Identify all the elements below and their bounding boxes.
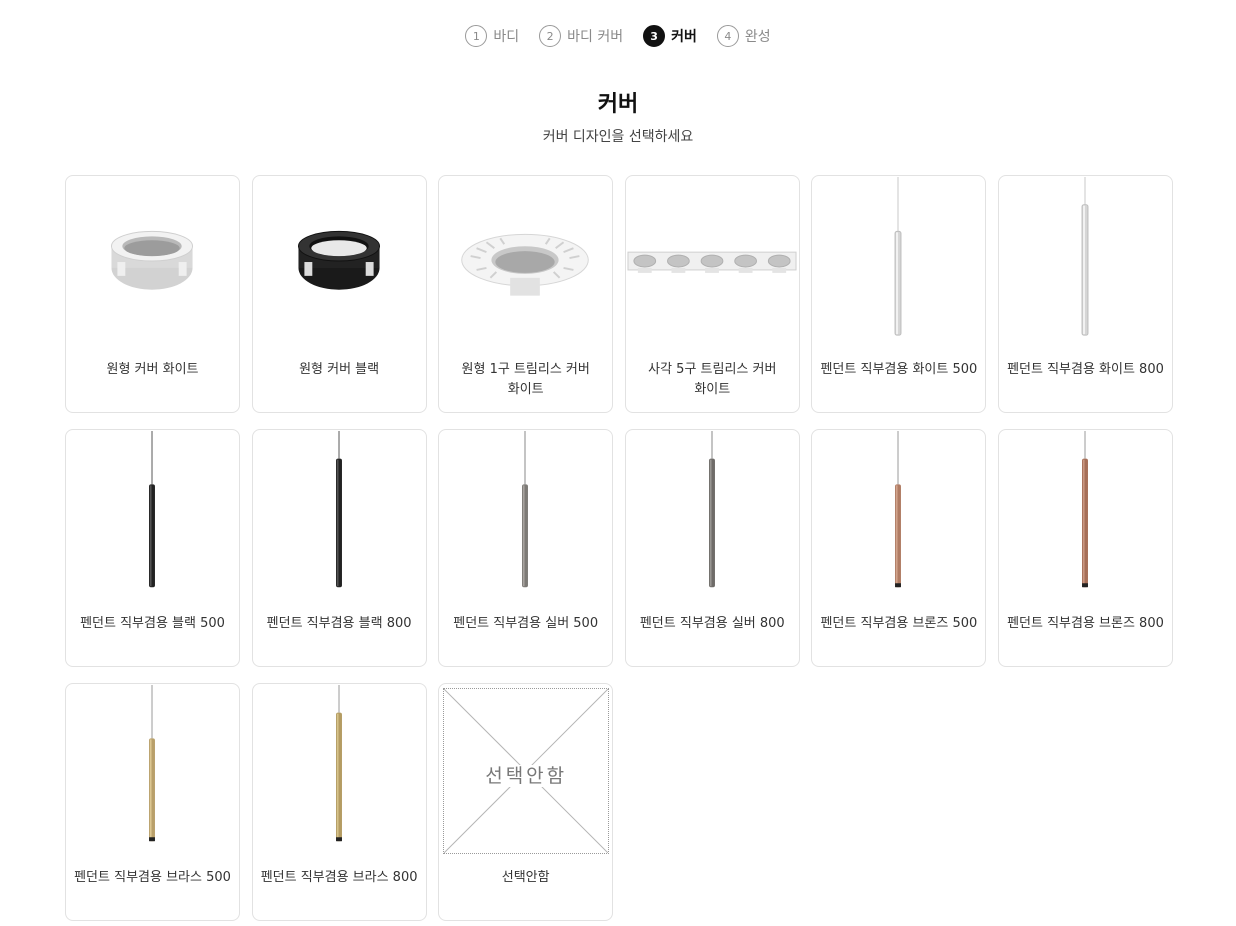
pendant-silver-500-image (439, 430, 612, 606)
option-label: 원형 커버 블랙 (299, 362, 380, 377)
step-number: 4 (716, 25, 739, 47)
option-card-pendant-brass-800[interactable]: 펜던트 직부겸용 브라스 800 (251, 683, 427, 921)
option-card-pendant-black-800[interactable]: 펜던트 직부겸용 블랙 800 (251, 429, 427, 667)
option-label: 펜던트 직부겸용 블랙 800 (266, 616, 412, 631)
option-card-pendant-white-500[interactable]: 펜던트 직부겸용 화이트 500 (811, 175, 987, 413)
option-label: 사각 5구 트림리스 커버 화이트 (648, 362, 777, 397)
option-label: 펜던트 직부겸용 실버 800 (639, 616, 785, 631)
step-1-body[interactable]: 1 바디 (465, 25, 519, 47)
no-selection-placeholder-text: 선택안함 (444, 761, 608, 788)
step-2-body-cover[interactable]: 2 바디 커버 (539, 25, 623, 47)
option-label: 펜던트 직부겸용 브라스 800 (260, 870, 418, 885)
option-label: 펜던트 직부겸용 브론즈 800 (1007, 616, 1164, 631)
option-card-pendant-black-500[interactable]: 펜던트 직부겸용 블랙 500 (65, 429, 240, 667)
option-card-pendant-brass-500[interactable]: 펜던트 직부겸용 브라스 500 (65, 683, 240, 921)
option-label: 원형 커버 화이트 (106, 362, 199, 377)
pendant-bronze-800-image (999, 430, 1172, 606)
trimless-1-cover-white-image (439, 176, 612, 352)
no-selection-placeholder-label: 선택안함 (483, 765, 570, 787)
option-label: 펜던트 직부겸용 블랙 500 (80, 616, 225, 631)
option-card-pendant-bronze-500[interactable]: 펜던트 직부겸용 브론즈 500 (811, 429, 987, 667)
option-label: 펜던트 직부겸용 화이트 500 (820, 362, 978, 377)
option-card-trimless-5-cover-white[interactable]: 사각 5구 트림리스 커버 화이트 (624, 175, 800, 413)
page-title: 커버 (597, 92, 639, 117)
step-label: 완성 (744, 29, 771, 45)
step-4-complete[interactable]: 4 완성 (716, 25, 771, 47)
pendant-white-800-image (999, 176, 1172, 352)
trimless-5-cover-white-image (626, 176, 799, 352)
option-card-pendant-silver-800[interactable]: 펜던트 직부겸용 실버 800 (624, 429, 800, 667)
option-card-trimless-1-cover-white[interactable]: 원형 1구 트림리스 커버 화이트 (438, 175, 614, 413)
step-number: 3 (643, 25, 666, 47)
pendant-silver-800-image (626, 430, 799, 606)
option-label: 펜던트 직부겸용 화이트 800 (1007, 362, 1164, 377)
option-card-pendant-white-800[interactable]: 펜던트 직부겸용 화이트 800 (997, 175, 1173, 413)
step-3-cover[interactable]: 3 커버 (643, 25, 697, 47)
step-number: 2 (539, 25, 562, 47)
option-label: 펜던트 직부겸용 브론즈 500 (820, 616, 978, 631)
pendant-black-800-image (253, 430, 426, 606)
option-card-round-cover-black[interactable]: 원형 커버 블랙 (251, 175, 427, 413)
pendant-white-500-image (812, 176, 985, 352)
cover-options-grid: 원형 커버 화이트 원형 커버 블랙 원형 1구 트림리스 커버 화이트 사각 … (65, 175, 1173, 921)
option-card-pendant-silver-500[interactable]: 펜던트 직부겸용 실버 500 (438, 429, 614, 667)
step-label: 바디 (493, 29, 520, 45)
pendant-bronze-500-image (812, 430, 985, 606)
step-label: 바디 커버 (567, 29, 624, 45)
round-cover-black-image (253, 176, 426, 352)
no-selection-image: 선택안함 (443, 688, 610, 854)
option-label: 선택안함 (501, 870, 550, 885)
option-card-no-selection[interactable]: 선택안함 선택안함 (438, 683, 614, 921)
pendant-black-500-image (66, 430, 239, 606)
option-label: 원형 1구 트림리스 커버 화이트 (461, 362, 590, 397)
step-indicator: 1 바디 2 바디 커버 3 커버 4 완성 (0, 24, 1236, 48)
step-label: 커버 (671, 29, 697, 45)
pendant-brass-800-image (253, 684, 426, 860)
pendant-brass-500-image (66, 684, 239, 860)
option-card-round-cover-white[interactable]: 원형 커버 화이트 (65, 175, 240, 413)
page-subtitle: 커버 디자인을 선택하세요 (542, 129, 694, 145)
round-cover-white-image (66, 176, 239, 352)
step-number: 1 (465, 25, 488, 47)
option-card-pendant-bronze-800[interactable]: 펜던트 직부겸용 브론즈 800 (997, 429, 1173, 667)
option-label: 펜던트 직부겸용 브라스 500 (74, 870, 231, 885)
option-label: 펜던트 직부겸용 실버 500 (453, 616, 599, 631)
